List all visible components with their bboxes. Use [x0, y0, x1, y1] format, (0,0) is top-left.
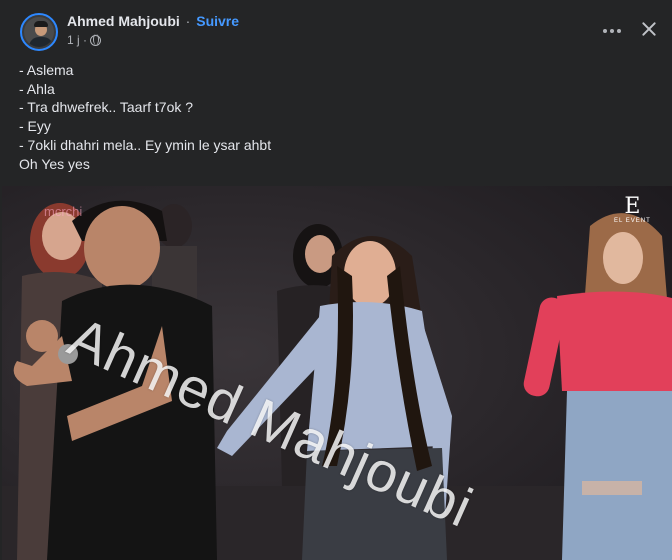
event-logo: E EL EVENT [614, 194, 651, 225]
author-name[interactable]: Ahmed Mahjoubi [67, 13, 180, 29]
post-text-line: - Ahla [19, 80, 55, 97]
author-row: Ahmed Mahjoubi · Suivre [67, 13, 239, 29]
more-icon[interactable] [601, 20, 623, 40]
post-timestamp[interactable]: 1 j · [67, 33, 87, 47]
post-text-line: - Eyy [19, 118, 51, 135]
separator-dot: · [185, 13, 191, 29]
post-text-line: - 7okli dhahri mela.. Ey ymin le ysar ah… [19, 136, 272, 153]
post-text-line: Oh Yes yes [19, 155, 90, 172]
follow-button[interactable]: Suivre [196, 13, 239, 29]
globe-icon [90, 34, 102, 46]
post-text-line: - Tra dhwefrek.. Taarf t7ok ? [19, 99, 194, 116]
event-logo-letter: E [624, 194, 641, 219]
post-meta: 1 j · [67, 33, 102, 47]
avatar[interactable] [20, 13, 58, 51]
close-icon[interactable] [639, 19, 659, 39]
event-logo-caption: EL EVENT [614, 218, 651, 224]
avatar-photo [24, 17, 54, 47]
post-header: Ahmed Mahjoubi · Suivre 1 j · [0, 0, 672, 58]
post-text: - Aslema - Ahla - Tra dhwefrek.. Taarf t… [19, 61, 649, 173]
post-text-line: - Aslema [19, 62, 74, 78]
post-photo[interactable]: mcrchi E EL EVENT Ahmed Mahjoubi [2, 186, 672, 560]
corner-watermark: mcrchi [44, 204, 83, 219]
